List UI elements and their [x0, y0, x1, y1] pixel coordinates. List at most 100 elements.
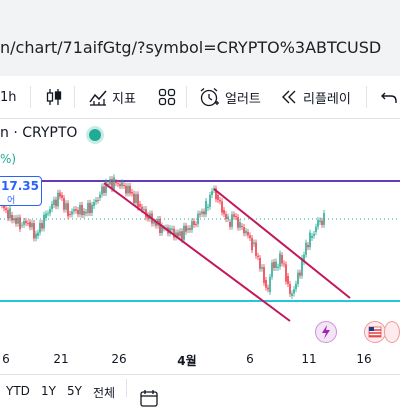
candle-body	[171, 228, 173, 230]
candle-body	[143, 209, 145, 211]
candle-body	[223, 210, 225, 215]
candle-body	[239, 222, 241, 228]
candle-body	[67, 203, 69, 217]
candle-body	[315, 226, 317, 232]
price-chart[interactable]	[0, 119, 400, 374]
price-badge: 17.35 어	[0, 176, 42, 206]
candle-body	[73, 209, 75, 212]
candle-body	[277, 266, 279, 268]
x-tick-label: 21	[53, 352, 69, 366]
candle-body	[109, 179, 111, 185]
alert-button[interactable]: 얼러트	[198, 76, 261, 118]
browser-url-bar[interactable]: n/chart/71aifGtg/?symbol=CRYPTO%3ABTCUSD	[0, 0, 400, 77]
chart-toolbar: 1h 지표 얼러트 리플레이	[0, 76, 400, 119]
price-badge-value: 17.35	[1, 179, 39, 193]
candle-body	[181, 231, 183, 240]
interval-label: 1h	[0, 89, 17, 105]
candle-body	[309, 232, 311, 248]
candle-body	[141, 206, 143, 210]
chart-canvas[interactable]	[0, 119, 400, 374]
candle-body	[269, 276, 271, 292]
candle-body	[291, 293, 293, 296]
url-text[interactable]: n/chart/71aifGtg/?symbol=CRYPTO%3ABTCUSD	[0, 38, 381, 57]
candle-body	[133, 193, 135, 204]
candle-body	[57, 192, 59, 207]
candle-body	[27, 223, 29, 225]
symbol-title[interactable]: n · CRYPTO	[0, 125, 77, 141]
candle-body	[37, 232, 39, 236]
change-percent: %)	[0, 152, 17, 166]
candle-body	[191, 221, 193, 230]
candle-body	[53, 199, 55, 205]
candle-body	[209, 194, 211, 207]
candle-body	[29, 222, 31, 228]
candle-body	[225, 214, 227, 220]
candle-body	[241, 226, 243, 228]
candle-body	[47, 213, 49, 215]
candle-body	[63, 197, 65, 210]
candle-body	[235, 216, 237, 218]
candle-body	[119, 184, 121, 187]
layouts-button[interactable]	[157, 76, 177, 118]
range-bar: YTD 1Y 5Y 전체	[0, 374, 400, 407]
candle-body	[207, 206, 209, 208]
replay-button[interactable]: 리플레이	[280, 76, 351, 118]
candle-body	[113, 177, 115, 190]
interval-button[interactable]: 1h	[0, 76, 17, 118]
candle-body	[297, 272, 299, 284]
candle-body	[245, 230, 247, 234]
candle-style-button[interactable]	[44, 76, 64, 118]
candle-body	[305, 242, 307, 255]
candle-body	[317, 220, 319, 227]
range-5y-button[interactable]: 5Y	[67, 384, 82, 398]
candle-body	[189, 228, 191, 230]
candle-body	[307, 245, 309, 248]
range-1y-button[interactable]: 1Y	[41, 384, 56, 398]
channel-upper-line[interactable]	[213, 188, 351, 299]
candle-body	[197, 213, 199, 225]
candle-body	[279, 253, 281, 267]
lightning-button[interactable]	[315, 321, 337, 343]
range-all-button[interactable]: 전체	[93, 384, 115, 401]
candle-body	[89, 202, 91, 214]
candle-body	[59, 192, 61, 197]
candle-body	[261, 267, 263, 269]
candle-body	[95, 200, 97, 203]
alert-label: 얼러트	[225, 91, 261, 107]
candle-body	[19, 217, 21, 230]
candle-body	[103, 186, 105, 193]
candle-body	[23, 220, 25, 225]
undo-button[interactable]	[380, 76, 398, 118]
candle-body	[15, 218, 17, 224]
candle-body	[229, 222, 231, 227]
candle-body	[93, 202, 95, 206]
candle-body	[5, 208, 7, 211]
candle-body	[237, 217, 239, 228]
x-tick-label: 4월	[177, 354, 197, 368]
x-tick-label: 11	[301, 352, 317, 366]
indicators-button[interactable]: 지표	[88, 76, 136, 118]
candle-body	[253, 242, 255, 244]
range-ytd-button[interactable]: YTD	[6, 384, 30, 398]
candle-body	[231, 214, 233, 227]
economic-events-button[interactable]	[364, 321, 386, 343]
candle-body	[121, 182, 123, 187]
candle-body	[79, 204, 81, 215]
candle-body	[101, 186, 103, 195]
candle-body	[205, 201, 207, 215]
candle-body	[21, 224, 23, 226]
candle-body	[99, 194, 101, 198]
candle-body	[267, 287, 269, 290]
economic-events-button-2[interactable]	[384, 321, 400, 343]
indicators-label: 지표	[112, 91, 136, 107]
candle-body	[293, 289, 295, 294]
time-axis[interactable]: 6 21 26 4월 6 11 16	[0, 348, 400, 372]
candle-body	[201, 211, 203, 214]
candlestick-icon	[44, 87, 64, 107]
candle-body	[139, 204, 141, 207]
range-divider	[126, 379, 127, 397]
candle-body	[45, 213, 47, 218]
candle-body	[179, 231, 181, 236]
candle-body	[31, 223, 33, 228]
toolbar-divider	[74, 86, 75, 108]
